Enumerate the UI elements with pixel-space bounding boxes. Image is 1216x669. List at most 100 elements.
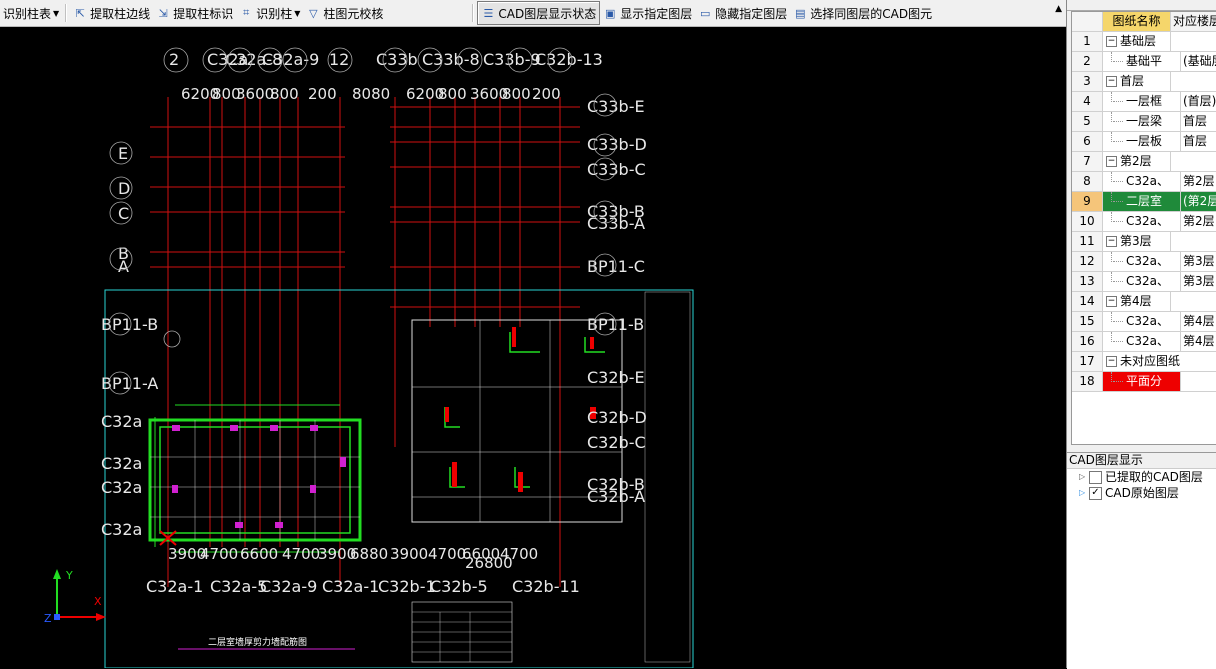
cad-layer-state-button[interactable]: ☰ CAD图层显示状态 xyxy=(477,1,601,25)
left-axis-label: BP11-A xyxy=(101,374,158,393)
bottom-dim-label: 6600 xyxy=(240,545,278,563)
left-axis-label: C xyxy=(118,204,129,223)
drawing-list-header: 图纸名称 对应楼层 xyxy=(1072,12,1216,32)
row-floor: 第2层 xyxy=(1183,214,1215,228)
cad-drawing-canvas[interactable]: 二层室墙厚剪力墙配筋图 2 C32a C32a-8 C32a-9 12 C33b… xyxy=(0,27,1064,668)
bottom-dim-label: 3900 xyxy=(390,545,428,563)
row-name: 首层 xyxy=(1120,74,1145,88)
top-dim-label: 3600 xyxy=(236,85,274,103)
table-row[interactable]: 16 C32a、 第4层 xyxy=(1072,332,1216,352)
identify-column-table-button[interactable]: 识别柱表 ▼ xyxy=(0,2,62,24)
layer-item-label: CAD原始图层 xyxy=(1105,486,1179,500)
table-row[interactable]: 3− 首层 xyxy=(1072,72,1216,92)
left-axis-label: A xyxy=(118,257,129,276)
cad-drawing[interactable]: 二层室墙厚剪力墙配筋图 2 C32a C32a-8 C32a-9 12 C33b… xyxy=(0,27,1064,668)
table-row[interactable]: 5 一层梁 首层 xyxy=(1072,112,1216,132)
row-name: C32a、 xyxy=(1126,254,1170,268)
layer-item-extracted[interactable]: ▷ 已提取的CAD图层 xyxy=(1067,469,1216,485)
row-number: 18 xyxy=(1072,372,1103,391)
right-panel: 图纸名称 对应楼层 1−基础层 2基础平(基础层 3−首层 4一层框(首层) 5… xyxy=(1066,0,1216,669)
table-row[interactable]: 2 基础平 (基础层 xyxy=(1072,52,1216,72)
right-axis-label: C32b-E xyxy=(587,368,645,387)
drawing-name-header[interactable]: 图纸名称 xyxy=(1103,12,1171,31)
collapse-icon[interactable]: − xyxy=(1106,76,1117,87)
row-number: 1 xyxy=(1072,32,1103,51)
row-floor xyxy=(1181,372,1216,391)
table-row[interactable]: 13 C32a、 第3层 xyxy=(1072,272,1216,292)
row-floor xyxy=(1171,292,1216,311)
table-row[interactable]: 11− 第3层 xyxy=(1072,232,1216,252)
table-row[interactable]: 14− 第4层 xyxy=(1072,292,1216,312)
table-row[interactable]: 4 一层框 (首层) xyxy=(1072,92,1216,112)
row-name: 一层梁 xyxy=(1126,114,1163,128)
schedule-table-lines xyxy=(412,611,512,662)
collapse-icon[interactable]: − xyxy=(1106,236,1117,247)
bottom-axis-label: C32b-5 xyxy=(430,577,488,596)
toolbar-overflow-icon[interactable]: ▲ xyxy=(1055,4,1062,14)
column-check-label: 柱图元校核 xyxy=(323,6,384,21)
bottom-dim-label: 4700 xyxy=(282,545,320,563)
floor-header[interactable]: 对应楼层 xyxy=(1171,12,1216,31)
cad-layer-state-label: CAD图层显示状态 xyxy=(498,6,597,21)
wall-grid-lines xyxy=(150,420,360,540)
collapse-icon[interactable]: − xyxy=(1106,36,1117,47)
row-name: C32a、 xyxy=(1126,274,1170,288)
column-check-button[interactable]: ▽ 柱图元校核 xyxy=(303,2,386,24)
check-icon: ▽ xyxy=(309,6,318,20)
select-same-layer-button[interactable]: ▤ 选择同图层的CAD图元 xyxy=(790,2,935,24)
identify-column-button[interactable]: ⌗ 识别柱 ▼ xyxy=(236,2,303,24)
row-floor: 第4层 xyxy=(1183,314,1215,328)
left-axis-label: C32a xyxy=(101,520,142,539)
layer-item-original[interactable]: ▷ ✓ CAD原始图层 xyxy=(1067,485,1216,501)
table-row[interactable]: 10 C32a、 第2层 xyxy=(1072,212,1216,232)
layer-checkbox-original[interactable]: ✓ xyxy=(1089,486,1102,500)
svg-text:X: X xyxy=(94,595,102,608)
row-floor: (第2层) xyxy=(1181,192,1216,211)
row-name: 第2层 xyxy=(1120,154,1152,168)
row-floor: 第4层 xyxy=(1183,334,1215,348)
table-row-unassigned[interactable]: 18 平面分 xyxy=(1072,372,1216,392)
left-axis-label: C32a xyxy=(101,454,142,473)
drawing-list-grid: 图纸名称 对应楼层 1−基础层 2基础平(基础层 3−首层 4一层框(首层) 5… xyxy=(1071,11,1216,445)
table-row[interactable]: 6 一层板 首层 xyxy=(1072,132,1216,152)
layer-checkbox-extracted[interactable] xyxy=(1089,470,1102,484)
table-row[interactable]: 8 C32a、 第2层 xyxy=(1072,172,1216,192)
extract-column-mark-button[interactable]: ⇲ 提取柱标识 xyxy=(153,2,236,24)
row-number: 6 xyxy=(1072,132,1103,151)
row-number: 13 xyxy=(1072,272,1103,291)
row-number: 11 xyxy=(1072,232,1103,251)
row-number: 8 xyxy=(1072,172,1103,191)
table-row-selected[interactable]: 9 二层室 (第2层) xyxy=(1072,192,1216,212)
cad-text-layer: 2 C32a C32a-8 C32a-9 12 C33b C33b-8 C33b… xyxy=(101,50,647,596)
identify-column-label: 识别柱 xyxy=(256,6,293,21)
layer-item-label: 已提取的CAD图层 xyxy=(1105,470,1203,484)
show-layer-button[interactable]: ▣ 显示指定图层 xyxy=(600,2,695,24)
collapse-icon[interactable]: − xyxy=(1106,156,1117,167)
table-row[interactable]: 15 C32a、 第4层 xyxy=(1072,312,1216,332)
expand-arrow-icon[interactable]: ▷ xyxy=(1079,469,1089,485)
row-name: 基础平 xyxy=(1126,54,1163,68)
row-floor: 首层 xyxy=(1183,134,1208,148)
row-floor: (基础层 xyxy=(1183,54,1216,68)
layer-state-icon: ☰ xyxy=(483,6,494,20)
extract-column-edge-label: 提取柱边线 xyxy=(90,6,151,21)
table-row[interactable]: 7− 第2层 xyxy=(1072,152,1216,172)
collapse-icon[interactable]: − xyxy=(1106,356,1117,367)
table-row[interactable]: 1− 基础层 xyxy=(1072,32,1216,52)
svg-text:Y: Y xyxy=(65,569,73,582)
row-name: 一层板 xyxy=(1126,134,1163,148)
table-row[interactable]: 17− 未对应图纸 xyxy=(1072,352,1216,372)
row-floor xyxy=(1171,232,1216,251)
row-floor: (首层) xyxy=(1183,94,1216,108)
hide-layer-button[interactable]: ▭ 隐藏指定图层 xyxy=(695,2,790,24)
expand-arrow-icon[interactable]: ▷ xyxy=(1079,485,1089,501)
extract-edge-icon: ⇱ xyxy=(75,6,85,20)
layer-panel-title: CAD图层显示 xyxy=(1067,453,1216,469)
row-number: 16 xyxy=(1072,332,1103,351)
right-panel-tabs[interactable] xyxy=(1067,0,1216,11)
row-number: 9 xyxy=(1072,192,1103,211)
bottom-axis-label: C32b-11 xyxy=(512,577,580,596)
extract-column-edge-button[interactable]: ⇱ 提取柱边线 xyxy=(70,2,153,24)
table-row[interactable]: 12 C32a、 第3层 xyxy=(1072,252,1216,272)
collapse-icon[interactable]: − xyxy=(1106,296,1117,307)
